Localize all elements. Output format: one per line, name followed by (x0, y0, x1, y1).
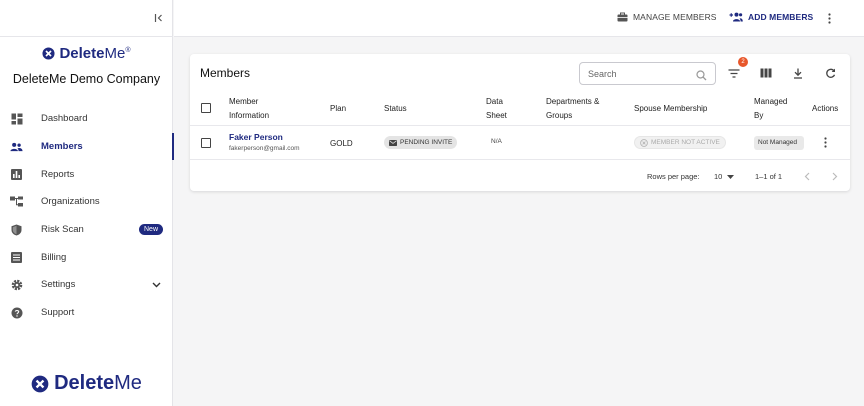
add-people-icon (729, 12, 743, 22)
column-header-actions: Actions (812, 104, 839, 113)
sidebar-item-label: Reports (41, 168, 75, 180)
sidebar-item-risk-scan[interactable]: Risk Scan New (0, 216, 173, 244)
status-badge: PENDING INVITE (384, 136, 458, 149)
sidebar-item-label: Organizations (41, 196, 100, 208)
people-icon (10, 140, 23, 153)
previous-page-icon[interactable] (802, 171, 812, 181)
sidebar-divider (0, 36, 173, 37)
sidebar-item-dashboard[interactable]: Dashboard (0, 105, 173, 133)
briefcase-icon (617, 12, 628, 22)
pagination-range: 1–1 of 1 (755, 172, 783, 181)
member-info: Faker Person fakerperson@gmail.com (229, 132, 300, 152)
caret-down-icon (727, 174, 735, 179)
status-cell: PENDING INVITE (384, 136, 458, 149)
filter-count-badge: 2 (738, 57, 748, 67)
org-chart-icon (10, 195, 23, 208)
member-name-link[interactable]: Faker Person (229, 132, 300, 142)
column-header-spouse-membership[interactable]: Spouse Membership (634, 102, 707, 116)
gear-icon (10, 278, 23, 291)
sidebar-item-label: Risk Scan (41, 224, 84, 236)
sidebar-item-label: Settings (41, 279, 76, 291)
sidebar-item-label: Dashboard (41, 113, 88, 125)
cancel-circle-icon (640, 138, 648, 147)
sidebar-item-label: Billing (41, 251, 67, 263)
table-header: Member Information Plan Status Data Shee… (190, 94, 850, 126)
billing-list-icon (10, 251, 23, 264)
dashboard-icon (10, 112, 23, 125)
sidebar-item-label: Support (41, 307, 75, 319)
column-header-data-sheet[interactable]: Data Sheet (486, 95, 520, 123)
row-checkbox[interactable] (201, 138, 211, 148)
spouse-status-badge: MEMBER NOT ACTIVE (634, 136, 726, 149)
bar-chart-icon (10, 168, 23, 181)
deleteme-x-icon (31, 375, 49, 392)
select-all-checkbox[interactable] (201, 103, 211, 113)
column-header-plan[interactable]: Plan (330, 102, 346, 116)
columns-icon[interactable] (758, 65, 774, 81)
sidebar-item-label: Members (41, 141, 83, 153)
sidebar-item-reports[interactable]: Reports (0, 160, 173, 188)
sidebar-item-settings[interactable]: Settings (0, 271, 173, 299)
deleteme-logo-bottom: DeleteMe (0, 372, 173, 395)
column-header-member-information[interactable]: Member Information (229, 95, 289, 123)
rows-per-page-label: Rows per page: (647, 172, 700, 181)
sidebar-item-members[interactable]: Members (0, 132, 174, 161)
help-icon (10, 306, 23, 319)
download-icon[interactable] (790, 65, 806, 81)
search-icon[interactable] (696, 68, 707, 86)
deleteme-x-icon (42, 47, 56, 60)
member-email: fakerperson@gmail.com (229, 145, 300, 152)
next-page-icon[interactable] (830, 171, 840, 181)
collapse-sidebar-icon[interactable] (150, 10, 168, 26)
add-members-button[interactable]: ADD MEMBERS (729, 12, 813, 22)
refresh-icon[interactable] (822, 65, 838, 81)
search-box[interactable] (579, 62, 716, 85)
members-title: Members (200, 66, 251, 80)
managed-by-select[interactable]: Not Managed (754, 136, 804, 150)
column-header-departments-groups[interactable]: Departments & Groups (546, 95, 604, 123)
new-badge: New (139, 223, 164, 235)
top-bar: MANAGE MEMBERS ADD MEMBERS (174, 0, 864, 37)
column-header-managed-by[interactable]: Managed By (754, 95, 794, 123)
sidebar-item-support[interactable]: Support (0, 299, 173, 327)
company-name: DeleteMe Demo Company (12, 72, 161, 86)
chevron-down-icon[interactable] (152, 280, 161, 291)
sidebar-item-organizations[interactable]: Organizations (0, 188, 173, 216)
sidebar-item-billing[interactable]: Billing (0, 243, 173, 271)
spouse-cell: MEMBER NOT ACTIVE (634, 136, 726, 149)
filter-icon[interactable] (726, 65, 742, 81)
rows-per-page-select[interactable]: 10 (714, 172, 735, 181)
table-row: Faker Person fakerperson@gmail.com GOLD … (190, 126, 850, 160)
data-sheet-value: N/A (491, 138, 502, 145)
members-card: Members 2 Member Information Plan Status… (190, 54, 850, 191)
row-actions-icon[interactable] (824, 137, 827, 150)
mail-icon (389, 139, 397, 146)
deleteme-logo-top: DeleteMe® (0, 45, 173, 62)
managed-by-cell: Not Managed (754, 136, 804, 150)
more-options-icon[interactable] (824, 11, 834, 25)
manage-members-button[interactable]: MANAGE MEMBERS (617, 12, 717, 22)
sidebar-nav: Dashboard Members Reports Organizations … (0, 105, 174, 327)
search-input[interactable] (588, 68, 693, 79)
table-pagination: Rows per page: 10 1–1 of 1 (190, 160, 850, 191)
member-plan: GOLD (330, 139, 353, 148)
sidebar: DeleteMe® DeleteMe Demo Company Dashboar… (0, 0, 174, 406)
column-header-status[interactable]: Status (384, 102, 407, 116)
shield-icon (10, 223, 23, 236)
